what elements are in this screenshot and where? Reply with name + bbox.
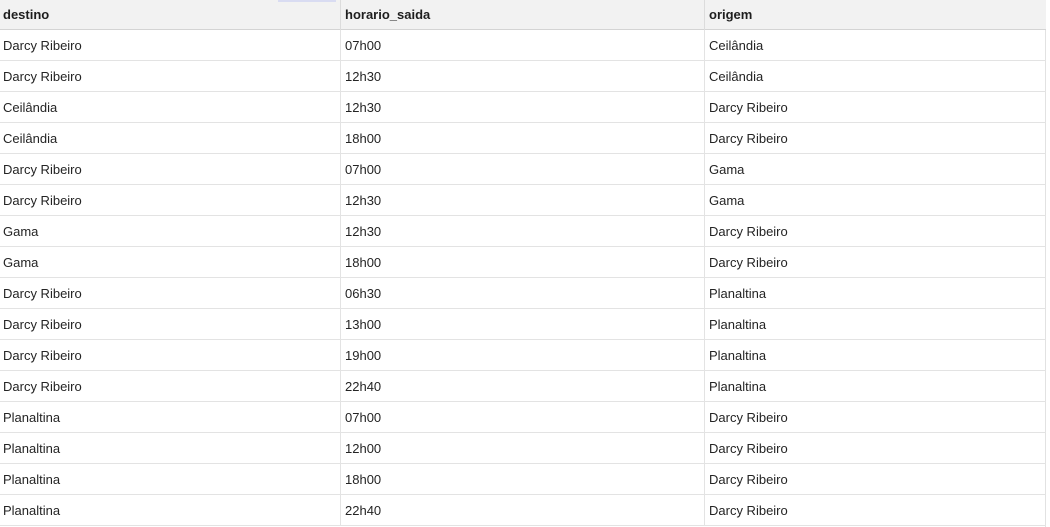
column-header-destino[interactable]: destino [0,0,340,30]
cell-horario-saida[interactable]: 19h00 [340,340,704,370]
table-row[interactable]: Darcy Ribeiro 07h00 Gama [0,154,1046,185]
table-row[interactable]: Darcy Ribeiro 13h00 Planaltina [0,309,1046,340]
table-header: destino horario_saida origem [0,0,1046,30]
cell-destino[interactable]: Ceilândia [0,123,340,153]
cell-origem[interactable]: Gama [704,185,1046,215]
cell-destino[interactable]: Darcy Ribeiro [0,185,340,215]
cell-horario-saida[interactable]: 13h00 [340,309,704,339]
cell-origem[interactable]: Darcy Ribeiro [704,433,1046,463]
cell-destino[interactable]: Darcy Ribeiro [0,371,340,401]
cell-destino[interactable]: Darcy Ribeiro [0,340,340,370]
cell-origem[interactable]: Darcy Ribeiro [704,402,1046,432]
table-row[interactable]: Planaltina 18h00 Darcy Ribeiro [0,464,1046,495]
table-row[interactable]: Gama 12h30 Darcy Ribeiro [0,216,1046,247]
cell-horario-saida[interactable]: 18h00 [340,247,704,277]
cell-destino[interactable]: Darcy Ribeiro [0,61,340,91]
cell-origem[interactable]: Gama [704,154,1046,184]
cell-horario-saida[interactable]: 22h40 [340,495,704,525]
cell-destino[interactable]: Gama [0,247,340,277]
cell-destino[interactable]: Ceilândia [0,92,340,122]
table-body: Darcy Ribeiro 07h00 Ceilândia Darcy Ribeiro… [0,30,1046,526]
cell-origem[interactable]: Darcy Ribeiro [704,495,1046,525]
table-row[interactable]: Ceilândia 18h00 Darcy Ribeiro [0,123,1046,154]
cell-destino[interactable]: Darcy Ribeiro [0,278,340,308]
table-row[interactable]: Darcy Ribeiro 22h40 Planaltina [0,371,1046,402]
cell-origem[interactable]: Ceilândia [704,61,1046,91]
cell-destino[interactable]: Darcy Ribeiro [0,309,340,339]
cell-horario-saida[interactable]: 12h30 [340,61,704,91]
cell-destino[interactable]: Planaltina [0,495,340,525]
cell-destino[interactable]: Darcy Ribeiro [0,30,340,60]
cell-horario-saida[interactable]: 12h30 [340,92,704,122]
cell-horario-saida[interactable]: 18h00 [340,123,704,153]
table-row[interactable]: Gama 18h00 Darcy Ribeiro [0,247,1046,278]
table-row[interactable]: Darcy Ribeiro 06h30 Planaltina [0,278,1046,309]
cell-origem[interactable]: Planaltina [704,278,1046,308]
table-row[interactable]: Planaltina 22h40 Darcy Ribeiro [0,495,1046,526]
cell-horario-saida[interactable]: 07h00 [340,402,704,432]
table-row[interactable]: Ceilândia 12h30 Darcy Ribeiro [0,92,1046,123]
results-table: destino horario_saida origem Darcy Ribei… [0,0,1046,527]
table-row[interactable]: Darcy Ribeiro 12h30 Ceilândia [0,61,1046,92]
table-row[interactable]: Darcy Ribeiro 19h00 Planaltina [0,340,1046,371]
cell-origem[interactable]: Darcy Ribeiro [704,247,1046,277]
cell-origem[interactable]: Planaltina [704,340,1046,370]
cell-horario-saida[interactable]: 06h30 [340,278,704,308]
cell-origem[interactable]: Darcy Ribeiro [704,92,1046,122]
cell-horario-saida[interactable]: 18h00 [340,464,704,494]
cell-destino[interactable]: Planaltina [0,433,340,463]
column-header-origem[interactable]: origem [704,0,1046,30]
table-row[interactable]: Darcy Ribeiro 07h00 Ceilândia [0,30,1046,61]
cell-origem[interactable]: Ceilândia [704,30,1046,60]
cell-destino[interactable]: Darcy Ribeiro [0,154,340,184]
column-header-horario-saida[interactable]: horario_saida [340,0,704,30]
cell-horario-saida[interactable]: 12h00 [340,433,704,463]
cell-horario-saida[interactable]: 07h00 [340,154,704,184]
cell-origem[interactable]: Darcy Ribeiro [704,464,1046,494]
cell-origem[interactable]: Planaltina [704,371,1046,401]
table-row[interactable]: Planaltina 07h00 Darcy Ribeiro [0,402,1046,433]
cell-horario-saida[interactable]: 07h00 [340,30,704,60]
cell-origem[interactable]: Darcy Ribeiro [704,123,1046,153]
cell-horario-saida[interactable]: 12h30 [340,185,704,215]
cell-origem[interactable]: Darcy Ribeiro [704,216,1046,246]
cell-destino[interactable]: Gama [0,216,340,246]
cell-destino[interactable]: Planaltina [0,464,340,494]
cell-horario-saida[interactable]: 22h40 [340,371,704,401]
table-row[interactable]: Darcy Ribeiro 12h30 Gama [0,185,1046,216]
cell-destino[interactable]: Planaltina [0,402,340,432]
cell-horario-saida[interactable]: 12h30 [340,216,704,246]
cell-origem[interactable]: Planaltina [704,309,1046,339]
table-row[interactable]: Planaltina 12h00 Darcy Ribeiro [0,433,1046,464]
